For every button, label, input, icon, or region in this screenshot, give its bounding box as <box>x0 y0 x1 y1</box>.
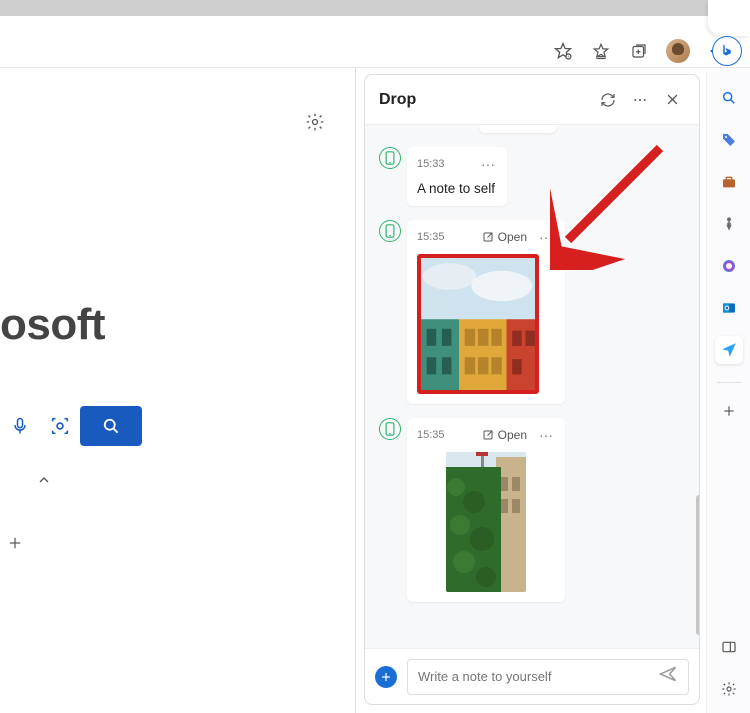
open-button[interactable]: Open <box>482 428 527 442</box>
timestamp: 15:35 <box>417 231 445 243</box>
sidebar-drop-icon[interactable] <box>715 336 743 364</box>
sidebar-search-icon[interactable] <box>715 84 743 112</box>
timestamp: 15:35 <box>417 429 445 441</box>
search-controls <box>0 406 142 446</box>
chevron-up-icon[interactable] <box>36 472 52 493</box>
device-badge-icon <box>379 147 401 169</box>
image-thumbnail[interactable] <box>446 452 526 592</box>
message-more-icon[interactable]: ··· <box>479 161 497 167</box>
drop-panel: Drop 15:33 ··· A note <box>364 74 700 705</box>
composer <box>365 648 699 704</box>
image-card[interactable]: 15:35 Open ··· <box>407 220 565 404</box>
sidebar-split-screen-icon[interactable] <box>715 633 743 661</box>
open-button[interactable]: Open <box>482 230 527 244</box>
sidebar-outlook-icon[interactable] <box>715 294 743 322</box>
message-scroll-area[interactable]: 15:33 ··· A note to self 15:35 Op <box>365 125 695 648</box>
note-card[interactable]: 15:33 ··· A note to self <box>407 147 507 206</box>
microphone-icon[interactable] <box>0 406 40 446</box>
open-label: Open <box>498 428 527 442</box>
favorite-star-icon[interactable]: + <box>552 40 574 62</box>
message-note: 15:33 ··· A note to self <box>365 147 695 206</box>
add-site-icon[interactable] <box>6 534 24 558</box>
bing-sidebar-icon[interactable] <box>712 36 742 66</box>
drop-messages: 15:33 ··· A note to self 15:35 Op <box>365 125 699 648</box>
drop-header: Drop <box>365 75 699 125</box>
note-text: A note to self <box>417 181 497 196</box>
message-more-icon[interactable]: ··· <box>537 234 555 240</box>
sidebar-add-icon[interactable] <box>715 397 743 425</box>
sidebar-divider <box>717 382 741 383</box>
tab-corner <box>708 0 750 36</box>
device-badge-icon <box>379 220 401 242</box>
device-badge-icon <box>379 418 401 440</box>
browser-toolbar: + <box>0 35 750 67</box>
send-icon[interactable] <box>658 664 678 689</box>
profile-avatar[interactable] <box>666 39 690 63</box>
collections-icon[interactable] <box>628 40 650 62</box>
image-thumbnail[interactable] <box>417 254 539 394</box>
page-content: osoft <box>0 68 356 713</box>
previous-message-peek <box>479 125 557 133</box>
sidebar-office-icon[interactable] <box>715 252 743 280</box>
edge-sidebar <box>706 72 750 713</box>
compose-box <box>407 659 689 695</box>
search-button[interactable] <box>80 406 142 446</box>
visual-search-icon[interactable] <box>40 406 80 446</box>
timestamp: 15:33 <box>417 158 445 170</box>
browser-tab-strip <box>0 0 750 16</box>
open-label: Open <box>498 230 527 244</box>
sidebar-shopping-icon[interactable] <box>715 126 743 154</box>
refresh-icon[interactable] <box>595 87 621 113</box>
page-settings-icon[interactable] <box>305 112 325 137</box>
message-image-highlighted: 15:35 Open ··· <box>365 220 695 404</box>
sidebar-tools-icon[interactable] <box>715 168 743 196</box>
message-image: 15:35 Open ··· <box>365 418 695 602</box>
image-card[interactable]: 15:35 Open ··· <box>407 418 565 602</box>
scrollbar-thumb[interactable] <box>696 495 699 635</box>
add-attachment-button[interactable] <box>375 666 397 688</box>
microsoft-logo-text: osoft <box>0 300 105 350</box>
drop-title: Drop <box>379 91 589 109</box>
sidebar-settings-icon[interactable] <box>715 675 743 703</box>
drop-more-icon[interactable] <box>627 87 653 113</box>
message-more-icon[interactable]: ··· <box>537 432 555 438</box>
compose-input[interactable] <box>418 669 658 684</box>
sidebar-games-icon[interactable] <box>715 210 743 238</box>
favorites-icon[interactable] <box>590 40 612 62</box>
close-icon[interactable] <box>659 87 685 113</box>
